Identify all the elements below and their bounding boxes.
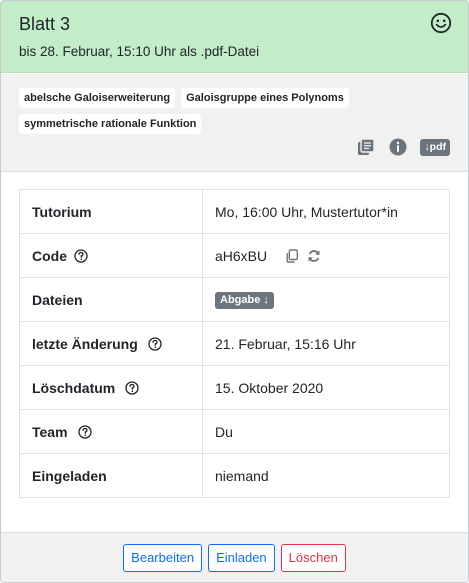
refresh-icon[interactable] — [307, 249, 321, 263]
footer-buttons: Bearbeiten Einladen Löschen — [1, 544, 468, 572]
loeschdatum-label-cell: Löschdatum — [19, 365, 203, 410]
library-icon[interactable] — [356, 137, 376, 157]
smiley-icon — [430, 12, 452, 34]
table-row: Löschdatum 15. Oktober 2020 — [19, 365, 450, 410]
delete-button[interactable]: Löschen — [280, 544, 346, 572]
tutorium-label: Tutorium — [19, 189, 203, 234]
edit-button[interactable]: Bearbeiten — [123, 544, 203, 572]
tags-section: abelsche Galoiserweiterung Galoisgruppe … — [1, 74, 468, 172]
toolbar: ↓pdf — [356, 136, 450, 158]
code-label-cell: Code — [19, 233, 203, 278]
help-icon[interactable] — [148, 336, 162, 351]
eingeladen-label: Eingeladen — [19, 453, 203, 498]
sheet-title: Blatt 3 — [19, 14, 71, 34]
card-header: Blatt 3 bis 28. Februar, 15:10 Uhr als .… — [1, 1, 468, 73]
table-row: Team Du — [19, 409, 450, 454]
code-label: Code — [32, 247, 67, 264]
table-row: Dateien Abgabe ↓ — [19, 277, 450, 322]
code-value: aH6xBU — [215, 247, 268, 264]
dateien-value-cell: Abgabe ↓ — [202, 277, 450, 322]
loeschdatum-label: Löschdatum — [32, 379, 116, 396]
table-row: Eingeladen niemand — [19, 453, 450, 498]
pdf-download-button[interactable]: ↓pdf — [420, 138, 450, 156]
aenderung-value: 21. Februar, 15:16 Uhr — [202, 321, 450, 366]
aenderung-label-cell: letzte Änderung — [19, 321, 203, 366]
copy-icon[interactable] — [285, 248, 299, 263]
help-icon[interactable] — [77, 424, 92, 439]
abgabe-download-button[interactable]: Abgabe ↓ — [215, 292, 274, 309]
assignment-card: Blatt 3 bis 28. Februar, 15:10 Uhr als .… — [0, 0, 469, 583]
eingeladen-value: niemand — [202, 453, 450, 498]
help-icon[interactable] — [74, 248, 88, 263]
table-row: Tutorium Mo, 16:00 Uhr, Mustertutor*in — [19, 189, 450, 234]
table-row: Code aH6xBU — [19, 233, 450, 278]
invite-button[interactable]: Einladen — [208, 544, 275, 572]
info-table: Tutorium Mo, 16:00 Uhr, Mustertutor*in C… — [19, 189, 450, 498]
deadline-text: bis 28. Februar, 15:10 Uhr als .pdf-Date… — [19, 44, 260, 59]
card-footer: Bearbeiten Einladen Löschen — [1, 532, 468, 582]
tag[interactable]: Galoisgruppe eines Polynoms — [181, 88, 349, 108]
tutorium-value: Mo, 16:00 Uhr, Mustertutor*in — [202, 189, 450, 234]
loeschdatum-value: 15. Oktober 2020 — [202, 365, 450, 410]
tag[interactable]: abelsche Galoiserweiterung — [19, 88, 176, 108]
help-icon[interactable] — [125, 380, 139, 395]
aenderung-label: letzte Änderung — [32, 335, 138, 352]
dateien-label: Dateien — [19, 277, 203, 322]
team-label-cell: Team — [19, 409, 203, 454]
team-value: Du — [202, 409, 450, 454]
code-value-cell: aH6xBU — [202, 233, 450, 278]
tag-list: abelsche Galoiserweiterung Galoisgruppe … — [19, 88, 379, 134]
info-icon[interactable] — [388, 137, 408, 157]
team-label: Team — [32, 423, 68, 440]
table-row: letzte Änderung 21. Februar, 15:16 Uhr — [19, 321, 450, 366]
tag[interactable]: symmetrische rationale Funktion — [19, 114, 202, 134]
